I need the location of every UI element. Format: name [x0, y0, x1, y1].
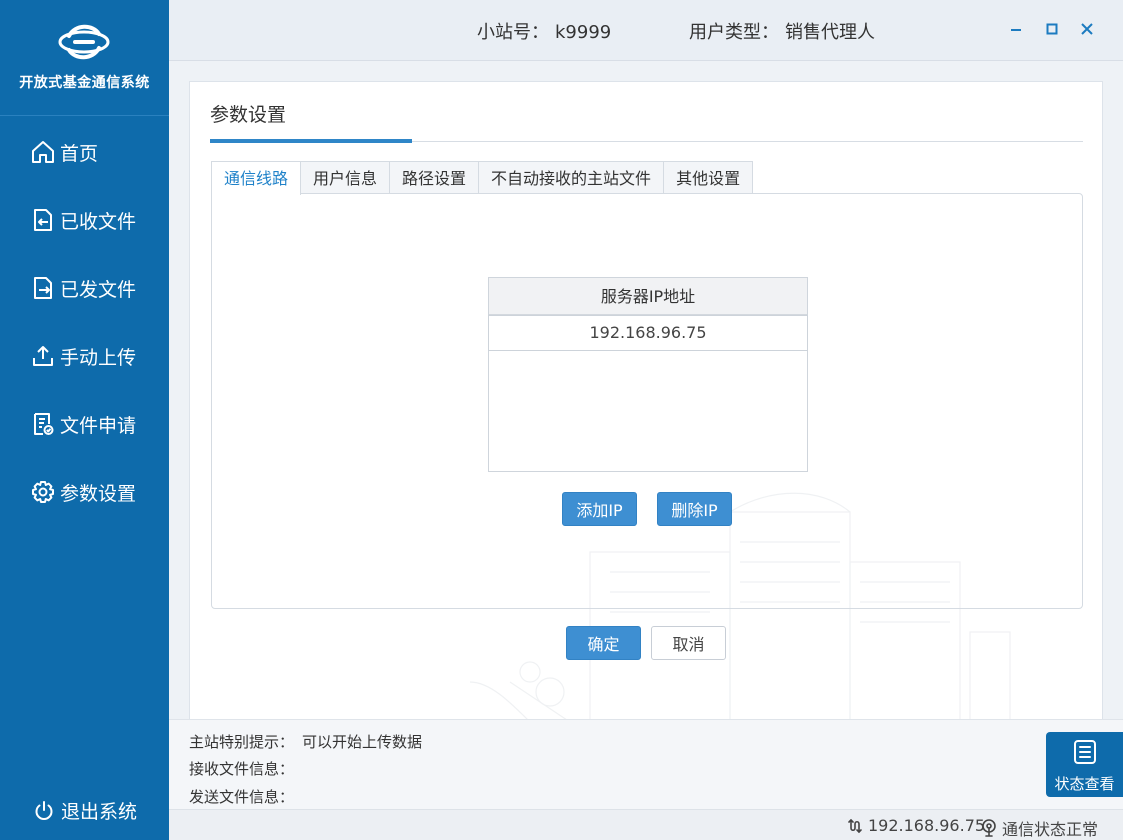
send-info-label: 发送文件信息：: [189, 788, 295, 806]
connection-state: 通信状态正常: [981, 816, 1098, 840]
table-header: 服务器IP地址: [489, 278, 807, 315]
close-icon: [1081, 23, 1093, 35]
top-bar: 小站号： k9999 用户类型： 销售代理人: [169, 0, 1123, 61]
notice-value: 可以开始上传数据: [302, 733, 423, 751]
station-value: k9999: [555, 22, 612, 43]
table-row[interactable]: 192.168.96.75: [488, 315, 808, 351]
info-area: 主站特别提示： 可以开始上传数据 接收文件信息： 发送文件信息：: [169, 719, 1123, 809]
power-icon: [35, 800, 53, 820]
sent-file-icon: [34, 277, 52, 299]
sidebar-item-label: 文件申请: [60, 414, 137, 437]
tab-communication-line[interactable]: 通信线路: [211, 161, 302, 195]
logo-area: 开放式基金通信系统: [0, 0, 169, 116]
connection-icon: [848, 818, 862, 833]
maximize-button[interactable]: [1041, 18, 1063, 40]
user-type-label: 用户类型：: [689, 22, 779, 43]
connection-ip: 192.168.96.75: [847, 816, 985, 835]
home-icon: [32, 141, 54, 163]
sidebar-item-settings[interactable]: 参数设置: [30, 472, 136, 512]
sidebar-item-manual-upload[interactable]: 手动上传: [30, 336, 136, 376]
gear-icon: [32, 481, 54, 503]
server-ip-table: 服务器IP地址 192.168.96.75: [488, 277, 808, 472]
sidebar-item-label: 手动上传: [60, 346, 137, 369]
close-button[interactable]: [1076, 18, 1098, 40]
tab-path-settings[interactable]: 路径设置: [389, 161, 480, 194]
file-request-icon: [34, 413, 54, 435]
connection-ip-value: 192.168.96.75: [868, 816, 986, 835]
sidebar-item-home[interactable]: 首页: [30, 132, 98, 172]
user-type-value: 销售代理人: [785, 22, 875, 43]
sidebar-item-label: 已发文件: [60, 278, 137, 301]
sidebar-item-label: 首页: [60, 142, 99, 165]
delete-ip-button[interactable]: 删除IP: [657, 492, 732, 526]
received-file-icon: [34, 209, 52, 231]
sidebar: 开放式基金通信系统 首页 已收文件 已发文件 手动上传 文件申请 参数设置 退出…: [0, 0, 169, 840]
tab-other-settings[interactable]: 其他设置: [663, 161, 754, 194]
sidebar-item-sent-files[interactable]: 已发文件: [30, 268, 136, 308]
tab-excluded-files[interactable]: 不自动接收的主站文件: [478, 161, 665, 194]
receive-info-label: 接收文件信息：: [189, 760, 295, 778]
status-bar: 192.168.96.75 通信状态正常: [169, 809, 1123, 840]
receive-info-line: 接收文件信息：: [189, 758, 294, 779]
add-ip-button[interactable]: 添加IP: [562, 492, 637, 526]
notice-label: 主站特别提示：: [189, 733, 295, 751]
confirm-button[interactable]: 确定: [566, 626, 641, 660]
app-name: 开放式基金通信系统: [19, 75, 150, 91]
station-info: 小站号： k9999: [477, 18, 611, 44]
sidebar-item-label: 已收文件: [60, 210, 137, 233]
minimize-icon: [1011, 29, 1021, 31]
list-icon: [1074, 740, 1096, 764]
logout-label: 退出系统: [61, 801, 138, 823]
user-type-info: 用户类型： 销售代理人: [689, 18, 875, 44]
signal-icon: [982, 819, 996, 837]
status-view-label: 状态查看: [1054, 775, 1115, 793]
status-view-button[interactable]: 状态查看: [1046, 732, 1123, 797]
logout-button[interactable]: 退出系统: [33, 797, 137, 824]
station-label: 小站号：: [477, 22, 549, 43]
tab-user-info[interactable]: 用户信息: [300, 161, 391, 194]
notice-line: 主站特别提示： 可以开始上传数据: [189, 731, 422, 752]
send-info-line: 发送文件信息：: [189, 786, 294, 807]
cancel-button[interactable]: 取消: [651, 626, 726, 660]
sidebar-item-received-files[interactable]: 已收文件: [30, 200, 136, 240]
minimize-button[interactable]: [1005, 18, 1027, 40]
title-accent-bar: [210, 139, 412, 143]
sidebar-item-file-request[interactable]: 文件申请: [30, 404, 136, 444]
settings-panel: 参数设置 通信线路 用户信息 路径设置 不自动接收的主站文件 其他设置 服务器I…: [189, 81, 1103, 721]
maximize-icon: [1046, 23, 1058, 35]
tab-bar: 通信线路 用户信息 路径设置 不自动接收的主站文件 其他设置: [211, 161, 754, 195]
logo-icon: [58, 24, 110, 60]
connection-state-value: 通信状态正常: [1002, 820, 1099, 839]
upload-icon: [33, 346, 53, 366]
sidebar-item-label: 参数设置: [60, 482, 137, 505]
panel-title: 参数设置: [210, 104, 287, 126]
tab-content: 服务器IP地址 192.168.96.75 添加IP 删除IP: [211, 193, 1083, 609]
